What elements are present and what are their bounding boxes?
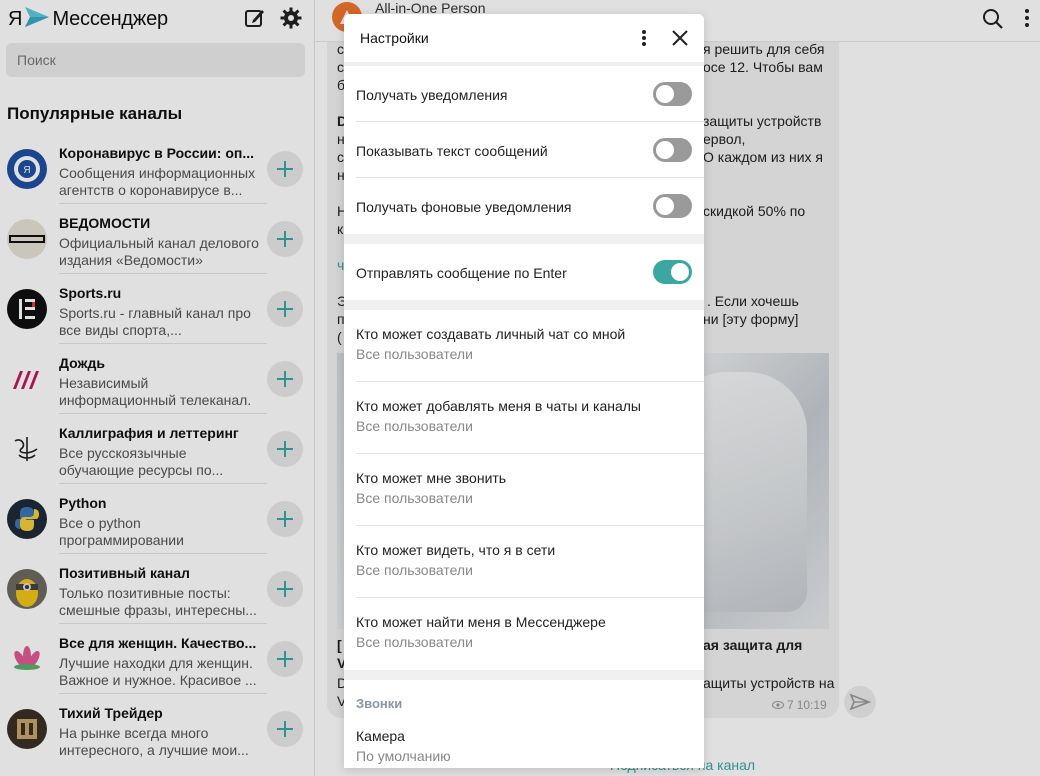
- notifications-toggle[interactable]: [653, 82, 692, 106]
- close-icon[interactable]: [668, 26, 692, 50]
- privacy-row[interactable]: Кто может видеть, что я в сети Все польз…: [344, 526, 704, 598]
- enter-card: Отправлять сообщение по Enter: [344, 244, 704, 300]
- send-on-enter-toggle[interactable]: [653, 260, 692, 284]
- privacy-value: Все пользователи: [356, 346, 473, 362]
- setting-row[interactable]: Получать фоновые уведомления: [344, 178, 704, 234]
- privacy-row[interactable]: Кто может добавлять меня в чаты и каналы…: [344, 382, 704, 454]
- show-text-toggle[interactable]: [653, 138, 692, 162]
- privacy-label: Кто может мне звонить: [356, 470, 507, 486]
- background-notifications-toggle[interactable]: [653, 194, 692, 218]
- camera-row[interactable]: Камера По умолчанию: [344, 712, 704, 768]
- setting-row[interactable]: Отправлять сообщение по Enter: [344, 244, 704, 300]
- setting-label: Отправлять сообщение по Enter: [356, 265, 567, 281]
- privacy-card: Кто может создавать личный чат со мной В…: [344, 310, 704, 670]
- camera-value: По умолчанию: [356, 748, 451, 764]
- privacy-value: Все пользователи: [356, 634, 473, 650]
- privacy-value: Все пользователи: [356, 490, 473, 506]
- privacy-value: Все пользователи: [356, 418, 473, 434]
- calls-section-heading: Звонки: [356, 696, 403, 711]
- privacy-label: Кто может найти меня в Мессенджере: [356, 614, 606, 630]
- settings-title: Настройки: [360, 30, 429, 46]
- privacy-row[interactable]: Кто может создавать личный чат со мной В…: [344, 310, 704, 382]
- settings-header: Настройки: [344, 14, 704, 62]
- camera-label: Камера: [356, 728, 405, 744]
- privacy-row[interactable]: Кто может найти меня в Мессенджере Все п…: [344, 598, 704, 670]
- privacy-value: Все пользователи: [356, 562, 473, 578]
- settings-modal: Настройки Получать уведомления Показыват…: [344, 14, 704, 768]
- privacy-label: Кто может создавать личный чат со мной: [356, 326, 626, 342]
- notifications-card: Получать уведомления Показывать текст со…: [344, 66, 704, 234]
- setting-label: Получать уведомления: [356, 87, 508, 103]
- setting-label: Показывать текст сообщений: [356, 143, 548, 159]
- setting-label: Получать фоновые уведомления: [356, 199, 572, 215]
- privacy-label: Кто может видеть, что я в сети: [356, 542, 556, 558]
- setting-row[interactable]: Получать уведомления: [344, 66, 704, 122]
- setting-row[interactable]: Показывать текст сообщений: [344, 122, 704, 178]
- more-vertical-icon[interactable]: [638, 26, 650, 50]
- privacy-label: Кто может добавлять меня в чаты и каналы: [356, 398, 641, 414]
- privacy-row[interactable]: Кто может мне звонить Все пользователи: [344, 454, 704, 526]
- calls-card: Звонки Камера По умолчанию: [344, 680, 704, 768]
